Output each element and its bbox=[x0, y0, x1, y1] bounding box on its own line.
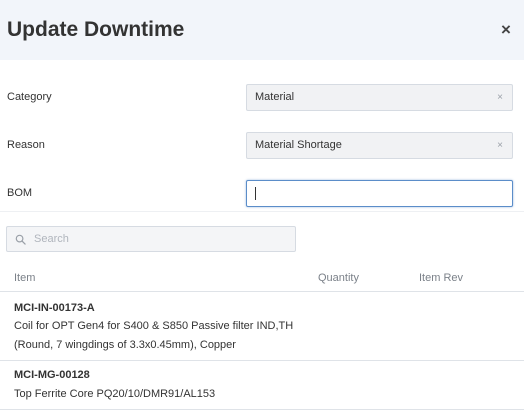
reason-clear-icon[interactable]: × bbox=[497, 140, 503, 151]
bom-option-description: Coil for OPT Gen4 for S400 & S850 Passiv… bbox=[14, 320, 294, 332]
dialog-title: Update Downtime bbox=[7, 18, 185, 41]
bom-option-code: MCI-MG-00128 bbox=[14, 369, 90, 381]
bom-table-header: Item Quantity Item Rev bbox=[0, 264, 524, 292]
category-row: Category Material × bbox=[7, 73, 514, 121]
bom-option-code: MCI-IN-00173-A bbox=[14, 302, 95, 314]
category-label: Category bbox=[7, 91, 52, 103]
reason-label: Reason bbox=[7, 139, 45, 151]
bom-row: BOM bbox=[7, 169, 514, 217]
reason-select[interactable]: Material Shortage × bbox=[246, 131, 513, 159]
category-select[interactable]: Material × bbox=[246, 83, 513, 111]
bom-dropdown: Item Quantity Item Rev MCI-IN-00173-A Co… bbox=[0, 211, 524, 415]
reason-row: Reason Material Shortage × bbox=[7, 121, 514, 169]
bom-search-box[interactable] bbox=[6, 226, 296, 252]
column-item-rev: Item Rev bbox=[419, 272, 464, 284]
bom-option-description: (Round, 7 wingdings of 3.3x0.45mm), Copp… bbox=[14, 339, 236, 351]
update-downtime-dialog: Update Downtime × Category Material × Re… bbox=[0, 0, 524, 415]
bom-option-description: Top Ferrite Core PQ20/10/DMR91/AL153 bbox=[14, 388, 216, 400]
category-value: Material bbox=[255, 91, 295, 103]
reason-value: Material Shortage bbox=[255, 139, 342, 151]
close-icon[interactable]: × bbox=[498, 21, 514, 38]
text-cursor bbox=[255, 186, 256, 200]
downtime-form: Category Material × Reason Material Shor… bbox=[0, 73, 524, 217]
search-icon bbox=[15, 234, 26, 245]
category-clear-icon[interactable]: × bbox=[497, 92, 503, 103]
dialog-header: Update Downtime × bbox=[0, 0, 524, 60]
column-quantity: Quantity bbox=[318, 272, 359, 284]
bom-label: BOM bbox=[7, 187, 33, 199]
bom-option-row[interactable]: MCI-MG-00128 Top Ferrite Core PQ20/10/DM… bbox=[0, 362, 524, 410]
column-item: Item bbox=[14, 272, 36, 284]
bom-search-input[interactable] bbox=[34, 233, 274, 245]
bom-select[interactable] bbox=[246, 179, 513, 207]
bom-option-row[interactable]: MCI-IN-00173-A Coil for OPT Gen4 for S40… bbox=[0, 293, 524, 361]
